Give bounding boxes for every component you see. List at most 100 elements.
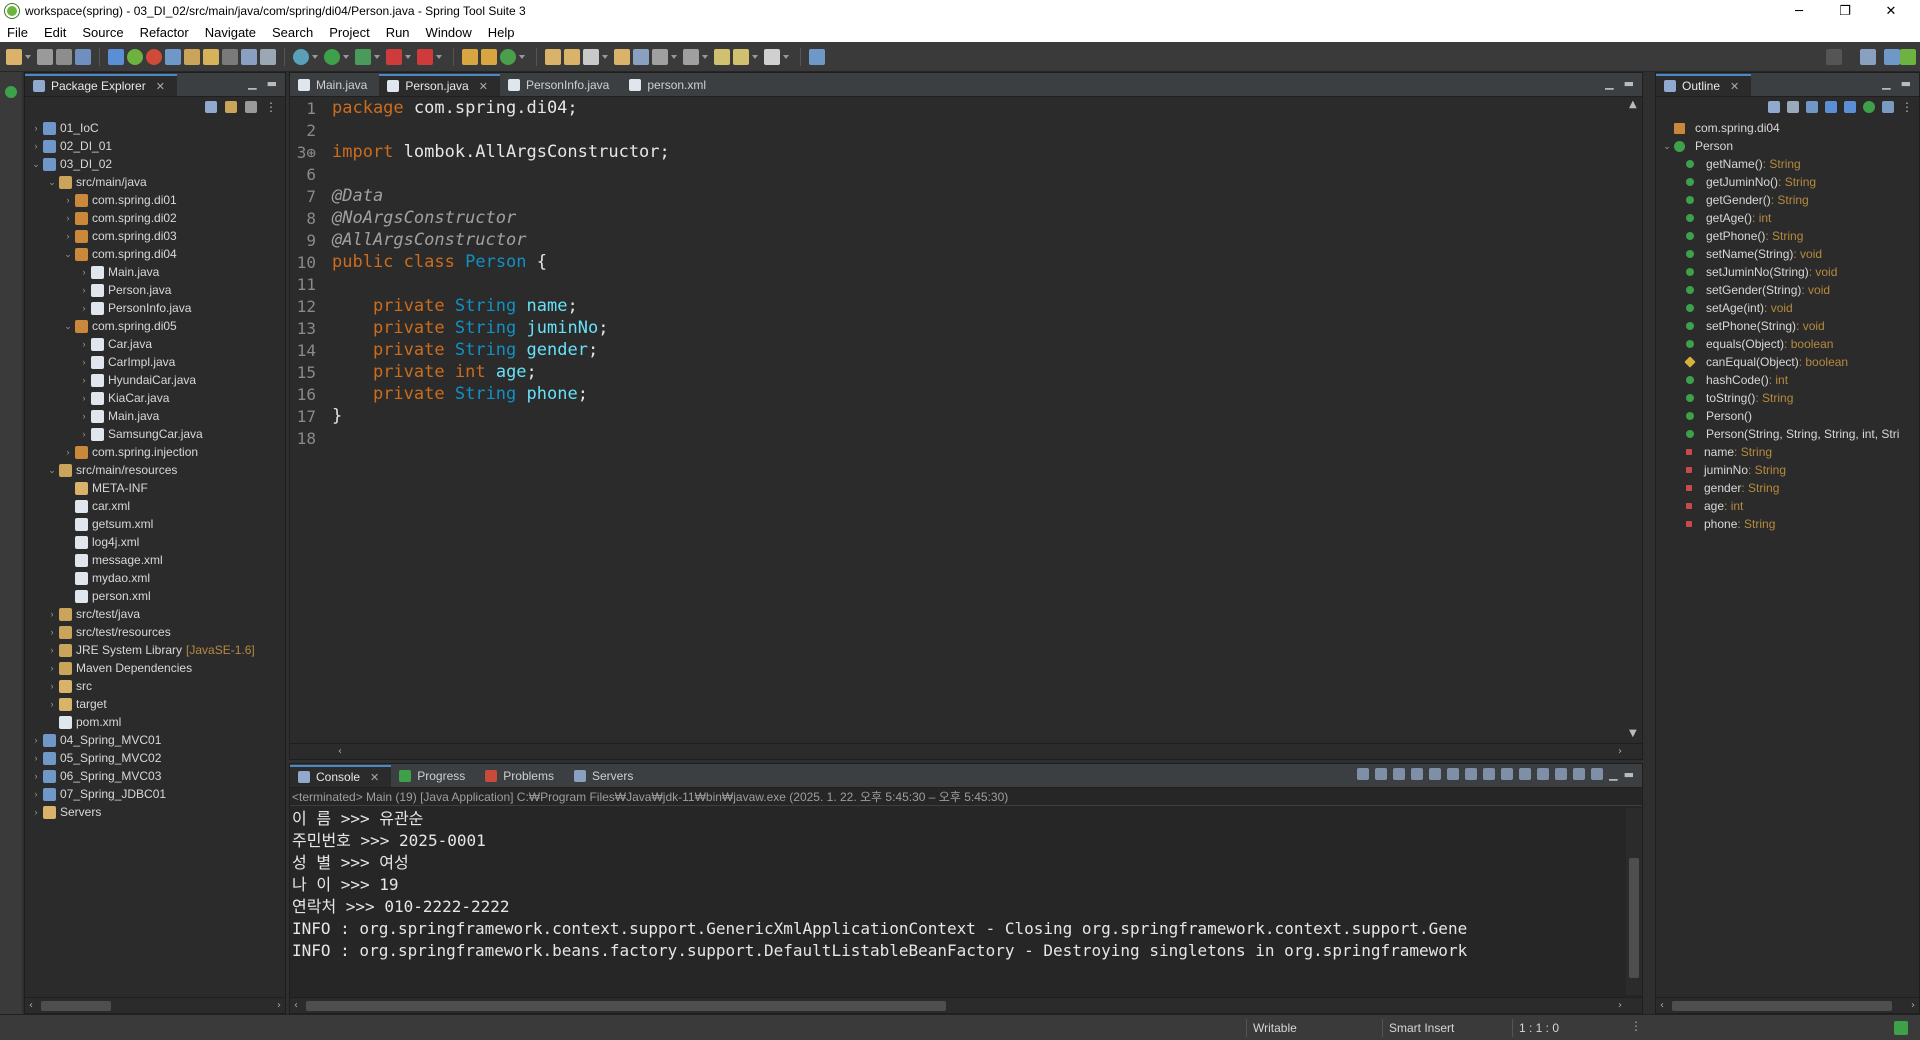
outline-item[interactable]: setAge(int) : void	[1656, 299, 1919, 317]
tree-item[interactable]: › CarImpl.java	[25, 353, 285, 371]
menu-source[interactable]: Source	[75, 25, 132, 40]
tree-item[interactable]: › com.spring.di01	[25, 191, 285, 209]
tree-item[interactable]: getsum.xml	[25, 515, 285, 533]
coverage-icon[interactable]	[355, 48, 371, 65]
scroll-left-icon[interactable]: ‹	[338, 744, 342, 760]
chevron-down-icon[interactable]: ⌄	[45, 465, 59, 476]
close-tab-icon[interactable]: ✕	[479, 80, 488, 93]
editor-hscroll[interactable]: ‹ ›	[290, 743, 1642, 759]
display-console-icon[interactable]	[1537, 768, 1550, 780]
remove-launch-icon[interactable]	[1357, 768, 1370, 780]
console-output[interactable]: 이 름 >>> 유관순 주민번호 >>> 2025-0001 성 별 >>> 여성 나…	[290, 808, 1624, 995]
spring-perspective-icon[interactable]	[1900, 48, 1916, 65]
code-editor[interactable]: 1 package com.spring.di04; 2 3⊕ import lombo…	[290, 97, 1626, 741]
chevron-down-icon[interactable]: ⌄	[1660, 141, 1674, 152]
tab-package-explorer[interactable]: Package Explorer ✕	[25, 74, 177, 96]
notification-icon[interactable]	[1894, 1021, 1908, 1035]
chevron-right-icon[interactable]: ›	[29, 123, 43, 133]
menu-project[interactable]: Project	[322, 25, 378, 40]
show-stdout-icon[interactable]	[1483, 768, 1496, 780]
maximize-button[interactable]: ❐	[1822, 0, 1868, 22]
maximize-view-icon[interactable]: ▬	[1901, 77, 1911, 90]
open-task-icon[interactable]	[184, 48, 200, 65]
remove-all-icon[interactable]	[1393, 768, 1406, 780]
chevron-right-icon[interactable]: ›	[61, 213, 75, 223]
open-type-icon[interactable]	[165, 48, 181, 65]
toggle-mark-icon[interactable]	[222, 48, 238, 65]
search-icon[interactable]	[1826, 48, 1842, 65]
code-line[interactable]: 6	[290, 163, 1626, 185]
chevron-right-icon[interactable]: ›	[77, 285, 91, 295]
hide-local-types-icon[interactable]	[1863, 101, 1875, 113]
new-icon[interactable]	[6, 48, 22, 65]
chevron-right-icon[interactable]: ›	[61, 195, 75, 205]
menu-file[interactable]: File	[0, 25, 37, 40]
save-all-icon[interactable]	[56, 48, 72, 65]
build-icon[interactable]	[108, 48, 124, 65]
hide-fields-icon[interactable]	[1806, 101, 1818, 113]
outline-item[interactable]: getName() : String	[1656, 155, 1919, 173]
new-package-icon[interactable]	[481, 48, 497, 65]
scroll-thumb[interactable]	[41, 1001, 111, 1011]
tree-item[interactable]: ⌄ src/main/resources	[25, 461, 285, 479]
scroll-right-icon[interactable]: ›	[1618, 744, 1622, 760]
menu-refactor[interactable]: Refactor	[133, 25, 198, 40]
new-class-dropdown-icon[interactable]	[519, 54, 525, 59]
external-tools-dropdown-icon[interactable]	[436, 54, 442, 59]
spring-boot-icon[interactable]	[127, 48, 143, 65]
tab-console[interactable]: Console ✕	[290, 765, 392, 787]
view-menu-icon[interactable]: ⋮	[265, 100, 277, 114]
close-window-button[interactable]: ✕	[1868, 0, 1914, 22]
scroll-thumb[interactable]	[1672, 1001, 1892, 1011]
scroll-right-icon[interactable]: ›	[1618, 998, 1622, 1014]
chevron-right-icon[interactable]: ›	[77, 429, 91, 439]
back-icon[interactable]	[733, 48, 749, 65]
chevron-right-icon[interactable]: ›	[45, 645, 59, 655]
pen-icon[interactable]	[583, 48, 599, 65]
tree-item[interactable]: › KiaCar.java	[25, 389, 285, 407]
outline-item[interactable]: toString() : String	[1656, 389, 1919, 407]
tree-item[interactable]: › 04_Spring_MVC01	[25, 731, 285, 749]
menu-help[interactable]: Help	[481, 25, 524, 40]
tree-item[interactable]: message.xml	[25, 551, 285, 569]
chevron-right-icon[interactable]: ›	[29, 807, 43, 817]
code-line[interactable]: 15 private int age;	[290, 361, 1626, 383]
code-line[interactable]: 12 private String name;	[290, 295, 1626, 317]
tree-item[interactable]: › 05_Spring_MVC02	[25, 749, 285, 767]
java-perspective-icon[interactable]	[1884, 48, 1900, 65]
open-perspective-button-icon[interactable]	[1860, 48, 1876, 65]
tree-item[interactable]: › Servers	[25, 803, 285, 821]
stop-icon[interactable]	[386, 48, 402, 65]
chevron-down-icon[interactable]: ⌄	[45, 177, 59, 188]
open-perspective-icon[interactable]	[614, 48, 630, 65]
editor-tab[interactable]: PersonInfo.java	[500, 74, 621, 96]
outline-item[interactable]: setJuminNo(String) : void	[1656, 263, 1919, 281]
outline-item[interactable]: gender : String	[1656, 479, 1919, 497]
outline-item[interactable]: ⌄ Person	[1656, 137, 1919, 155]
code-line[interactable]: 17}	[290, 405, 1626, 427]
status-cursor-position[interactable]: 1 : 1 : 0	[1512, 1019, 1608, 1037]
outline-item[interactable]: hashCode() : int	[1656, 371, 1919, 389]
code-line[interactable]: 14 private String gender;	[290, 339, 1626, 361]
outline-item[interactable]: phone : String	[1656, 515, 1919, 533]
outline-item[interactable]: Person()	[1656, 407, 1919, 425]
tree-item[interactable]: › src	[25, 677, 285, 695]
outline-item[interactable]: setPhone(String) : void	[1656, 317, 1919, 335]
tree-item[interactable]: › 01_IoC	[25, 119, 285, 137]
run-dropdown-icon[interactable]	[343, 54, 349, 59]
pin-console-icon[interactable]	[1519, 768, 1532, 780]
outline-item[interactable]: age : int	[1656, 497, 1919, 515]
sort-icon[interactable]	[1787, 101, 1799, 113]
tree-item[interactable]: › SamsungCar.java	[25, 425, 285, 443]
pin-editor-icon[interactable]	[809, 48, 825, 65]
minimize-view-icon[interactable]: ▁	[1609, 768, 1617, 781]
scroll-down-icon[interactable]: ▼	[1629, 728, 1637, 739]
maximize-view-icon[interactable]: ▬	[267, 77, 277, 90]
editor-tab[interactable]: Person.java ✕	[379, 74, 500, 96]
menu-run[interactable]: Run	[379, 25, 419, 40]
tree-item[interactable]: ⌄ 03_DI_02	[25, 155, 285, 173]
close-icon[interactable]: ✕	[1730, 80, 1739, 93]
outline-item[interactable]: setName(String) : void	[1656, 245, 1919, 263]
minimize-view-icon[interactable]: ▁	[1882, 77, 1890, 90]
chevron-right-icon[interactable]: ›	[45, 609, 59, 619]
